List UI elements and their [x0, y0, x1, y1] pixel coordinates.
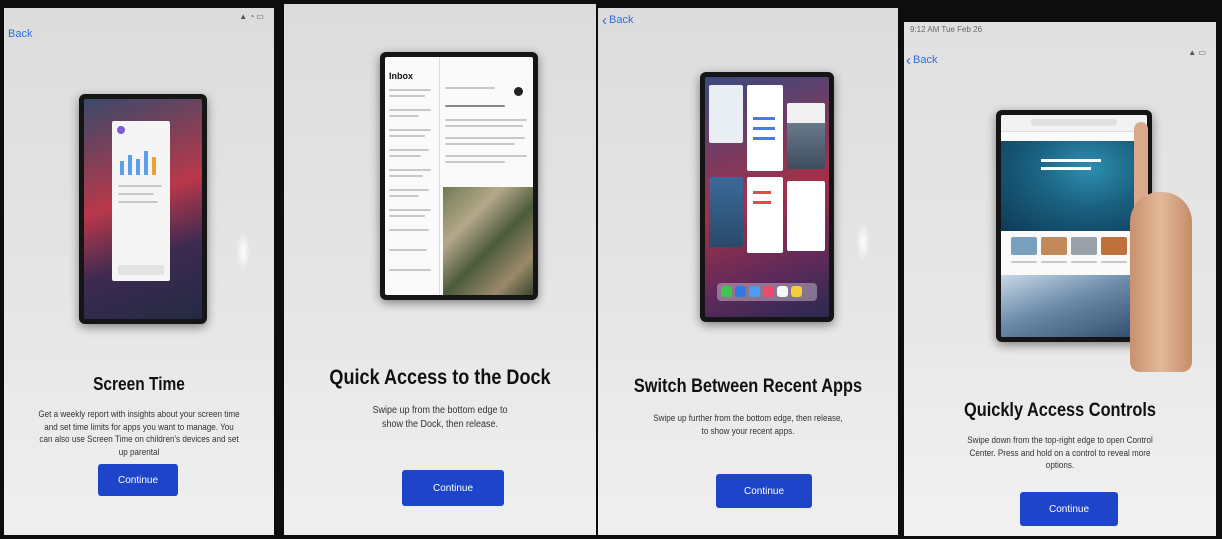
screen-time-card — [112, 121, 170, 281]
page-description: Swipe up from the bottom edge to show th… — [372, 405, 508, 430]
device-illustration — [700, 72, 834, 322]
status-icons: ▲ ◔ ▭ — [239, 12, 264, 21]
device-illustration — [996, 110, 1152, 342]
back-label: Back — [8, 28, 33, 40]
device-illustration — [79, 94, 207, 324]
continue-button[interactable]: Continue — [98, 464, 178, 496]
continue-label: Continue — [1048, 503, 1090, 515]
hero-image — [1001, 141, 1147, 231]
back-label: Back — [913, 54, 938, 66]
app-card — [787, 103, 825, 169]
panel-quick-access-dock: Inbox Quick Access to the Dock Swipe up … — [284, 4, 596, 535]
mail-photo — [443, 187, 533, 295]
messages-icon — [721, 286, 732, 297]
back-button[interactable]: ‹ Back — [602, 11, 634, 29]
status-icons: ▲ ▭ — [1188, 48, 1206, 57]
continue-button[interactable]: Continue — [402, 470, 504, 506]
continue-label: Continue — [432, 482, 474, 494]
panel-screen-time: ▲ ◔ ▭ Back Screen Time Get a weekly repo… — [4, 8, 274, 535]
back-button[interactable]: Back — [8, 28, 32, 40]
back-button[interactable]: ‹ Back — [906, 51, 938, 69]
app-card — [709, 85, 743, 143]
chevron-left-icon: ‹ — [906, 51, 911, 69]
panel-switch-recent-apps: ‹ Back Switch Between Recent Apps Swipe … — [598, 8, 898, 535]
device-screen — [84, 99, 202, 319]
photos-icon — [777, 286, 788, 297]
continue-label: Continue — [743, 485, 785, 497]
device-illustration: Inbox — [380, 52, 538, 300]
page-title: Screen Time — [93, 374, 185, 394]
music-icon — [763, 286, 774, 297]
continue-button[interactable]: Continue — [1020, 492, 1118, 526]
continue-button[interactable]: Continue — [716, 474, 812, 508]
glare — [856, 222, 870, 262]
page-description: Swipe down from the top-right edge to op… — [967, 435, 1153, 471]
panel-quickly-access-controls: 9:12 AM Tue Feb 26 ▲ ▭ ‹ Back Quickly Ac… — [904, 22, 1216, 536]
page-title: Quick Access to the Dock — [329, 366, 551, 389]
mail-inbox-header: Inbox — [389, 71, 413, 81]
page-description: Get a weekly report with insights about … — [38, 409, 240, 457]
chevron-left-icon: ‹ — [602, 11, 607, 29]
status-bar-time: 9:12 AM Tue Feb 26 — [910, 25, 983, 34]
mail-icon — [749, 286, 760, 297]
app-card — [709, 177, 743, 247]
app-card — [787, 181, 825, 251]
safari-screen — [1001, 115, 1147, 337]
back-label: Back — [609, 14, 634, 26]
hand-gesture — [1130, 122, 1200, 372]
glare — [236, 232, 250, 272]
page-description: Swipe up further from the bottom edge, t… — [653, 413, 843, 436]
notes-icon — [791, 286, 802, 297]
continue-label: Continue — [117, 474, 159, 486]
page-title: Quickly Access Controls — [964, 400, 1156, 421]
safari-icon — [735, 286, 746, 297]
dock — [717, 283, 817, 301]
app-card — [747, 177, 783, 253]
page-title: Switch Between Recent Apps — [633, 376, 863, 397]
mail-app-screen: Inbox — [385, 57, 533, 295]
app-switcher-screen — [705, 77, 829, 317]
